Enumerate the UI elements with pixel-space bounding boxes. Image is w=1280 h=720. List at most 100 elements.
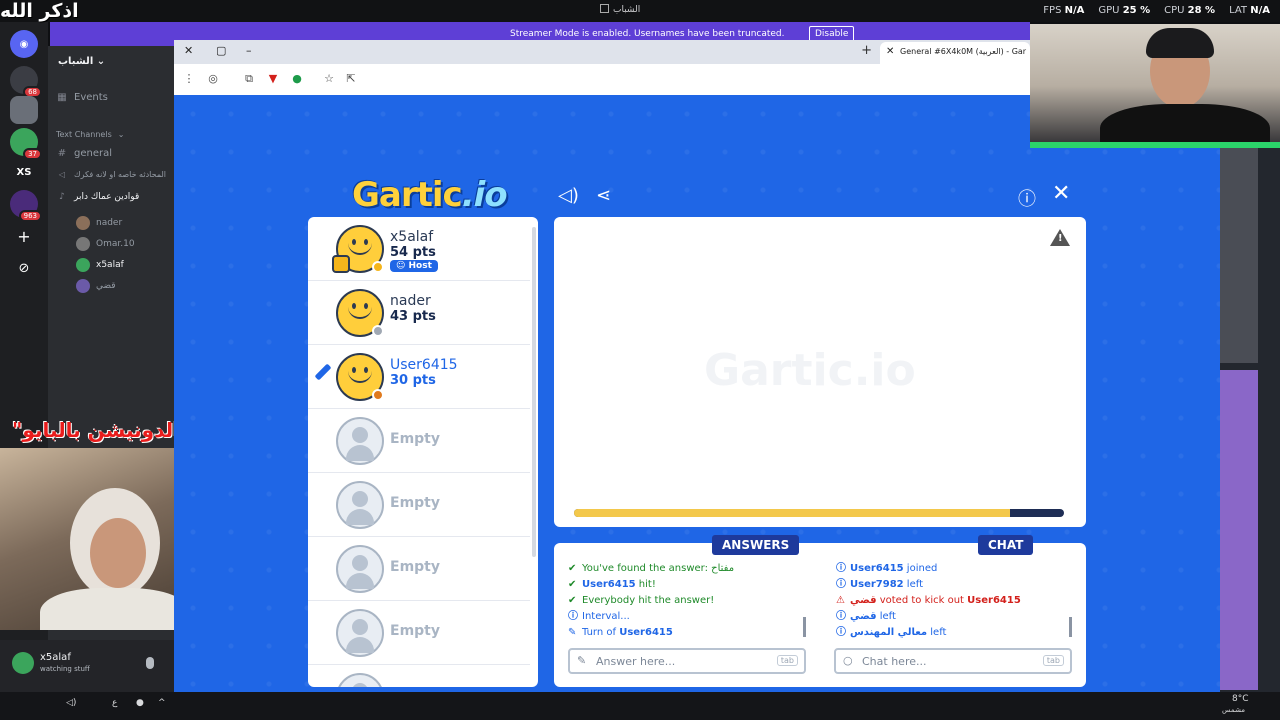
- close-window-icon[interactable]: ✕: [184, 44, 193, 57]
- answer-message: ✔ User6415 hit!: [568, 579, 656, 590]
- window-title: الشباب: [600, 4, 640, 15]
- trophy-icon: [332, 255, 350, 273]
- gartic-game: Gartic.io ◁) ⋖ ⓘ ✕ x5alaf 54 pts ☺ Host …: [174, 95, 1220, 720]
- voice-user[interactable]: nader: [76, 216, 122, 230]
- calendar-icon: ▦: [57, 92, 67, 103]
- player-avatar: [336, 289, 384, 337]
- bookmark-icon[interactable]: ☆: [322, 72, 336, 86]
- empty-avatar-icon: [336, 609, 384, 657]
- player-name: User6415: [390, 357, 458, 373]
- mic-icon[interactable]: [146, 657, 154, 669]
- explore-icon[interactable]: ⊘: [10, 254, 38, 282]
- timer-fill: [574, 509, 1011, 517]
- server-icon[interactable]: 68: [10, 66, 42, 98]
- webcam-right: [1030, 24, 1280, 148]
- voice-user[interactable]: Omar.10: [76, 237, 135, 251]
- banner-message: Streamer Mode is enabled. Usernames have…: [510, 29, 785, 39]
- side-panel: [1220, 148, 1258, 363]
- player-points: 54 pts: [390, 245, 436, 260]
- shield-icon[interactable]: ▼: [266, 72, 280, 86]
- empty-slot: [308, 665, 530, 687]
- server-xs[interactable]: XS: [10, 158, 38, 186]
- search-icon: ○: [843, 654, 853, 667]
- drawing-canvas[interactable]: Gartic.io: [554, 217, 1086, 527]
- chat-scrollbar[interactable]: [1069, 617, 1072, 637]
- chat-input[interactable]: ○ Chat here... tab: [834, 648, 1072, 674]
- chat-log: ⓘ User6415 joined ⓘ User7982 left ⚠ قضي vot…: [836, 561, 1072, 641]
- share-icon[interactable]: ⋖: [596, 185, 611, 206]
- close-tab-icon[interactable]: ✕: [886, 46, 894, 57]
- hair: [1146, 28, 1214, 58]
- close-icon[interactable]: ✕: [1052, 181, 1070, 206]
- voice-user[interactable]: قضي: [76, 279, 116, 293]
- voice-user[interactable]: x5alaf: [76, 258, 124, 272]
- discord-home-icon[interactable]: ◉: [10, 30, 38, 58]
- chat-message: ⓘ User6415 joined: [836, 563, 938, 574]
- answer-message: ✔ Everybody hit the answer!: [568, 595, 715, 606]
- chat-message: ⓘ قضي left: [836, 611, 896, 622]
- player-points: 30 pts: [390, 373, 436, 388]
- user-avatar[interactable]: [12, 652, 34, 674]
- volume-icon[interactable]: ◁): [66, 698, 76, 708]
- answers-log: ✔ You've found the answer: مفتاح ✔ User641…: [568, 561, 804, 641]
- avatar: [76, 216, 90, 230]
- menu-icon[interactable]: ⋮: [182, 72, 196, 86]
- minimize-icon[interactable]: –: [246, 44, 252, 57]
- answer-input[interactable]: ✎ Answer here... tab: [568, 648, 806, 674]
- new-tab-button[interactable]: +: [861, 43, 872, 58]
- events-item[interactable]: ▦ Events: [56, 92, 108, 103]
- add-server-icon[interactable]: +: [10, 222, 38, 250]
- text-channels-category[interactable]: Text Channels ⌄: [56, 130, 124, 139]
- channel-general[interactable]: # general: [56, 148, 112, 159]
- maximize-icon[interactable]: ▢: [216, 44, 226, 57]
- share-page-icon[interactable]: ⇱: [344, 72, 358, 86]
- channel-item[interactable]: ◁ المحادثه خاصه او لانه فكرك: [56, 170, 166, 179]
- tab-strip: ✕ ▢ – + ✕ General #6X4k0M (العربية) - Gar: [174, 40, 1030, 64]
- sound-icon[interactable]: ◁): [558, 185, 579, 206]
- profile-icon[interactable]: ◎: [206, 72, 220, 86]
- answer-message: ✎ Turn of User6415: [568, 627, 673, 638]
- extension-icon[interactable]: ●: [290, 72, 304, 86]
- avatar: [76, 237, 90, 251]
- player-card-drawing[interactable]: User6415 30 pts: [308, 345, 530, 409]
- avatar: [76, 258, 90, 272]
- weather-temp[interactable]: 8°C: [1232, 694, 1249, 704]
- pencil-icon: ✎: [577, 654, 587, 667]
- server-icon[interactable]: 37: [10, 128, 42, 160]
- system-top-bar: الشباب FPS N/A GPU 25 % CPU 28 % LAT N/A: [0, 0, 1280, 22]
- extensions-icon[interactable]: ⧉: [242, 72, 256, 86]
- server-name[interactable]: الشباب ⌄: [58, 56, 105, 67]
- empty-slot: Empty: [308, 473, 530, 537]
- server-icon[interactable]: 963: [10, 190, 42, 222]
- tray-chevron-icon[interactable]: ^: [158, 698, 166, 708]
- top-overlay-text: اذكر الله: [0, 0, 79, 22]
- voice-channel[interactable]: ♪ قوادين عماك دابر: [56, 192, 139, 202]
- report-warning-icon[interactable]: [1050, 229, 1070, 246]
- side-panel: [1220, 370, 1258, 690]
- player-card[interactable]: x5alaf 54 pts ☺ Host: [308, 217, 530, 281]
- right-side-panels: [1220, 148, 1280, 692]
- player-avatar: [336, 353, 384, 401]
- answers-tab[interactable]: ANSWERS: [712, 535, 800, 555]
- user-panel: x5alaf watching stuff: [0, 640, 174, 692]
- answers-scrollbar[interactable]: [803, 617, 806, 637]
- info-icon[interactable]: ⓘ: [1018, 185, 1036, 211]
- empty-avatar-icon: [336, 673, 384, 687]
- player-list-scrollbar[interactable]: [532, 227, 536, 557]
- answer-message: ⓘ Interval...: [568, 611, 630, 622]
- host-badge: ☺ Host: [390, 260, 438, 272]
- taskbar: ◁) ع ● ^ 8°C مشمس: [0, 692, 1280, 720]
- player-points: 43 pts: [390, 309, 436, 324]
- pencil-icon: [314, 363, 332, 381]
- chat-tab[interactable]: CHAT: [978, 535, 1034, 555]
- player-card[interactable]: nader 43 pts: [308, 281, 530, 345]
- mic-tray-icon[interactable]: ●: [136, 698, 144, 708]
- chat-message: ⓘ معالي المهندس left: [836, 627, 947, 638]
- empty-avatar-icon: [336, 417, 384, 465]
- browser-tab[interactable]: ✕ General #6X4k0M (العربية) - Gar: [880, 42, 1030, 64]
- language-indicator[interactable]: ع: [112, 698, 117, 708]
- messages-panel: ANSWERS CHAT ✔ You've found the answer: م…: [554, 535, 1086, 687]
- empty-slot: Empty: [308, 601, 530, 665]
- server-icon-active[interactable]: [10, 96, 38, 124]
- chat-message: ⓘ User7982 left: [836, 579, 923, 590]
